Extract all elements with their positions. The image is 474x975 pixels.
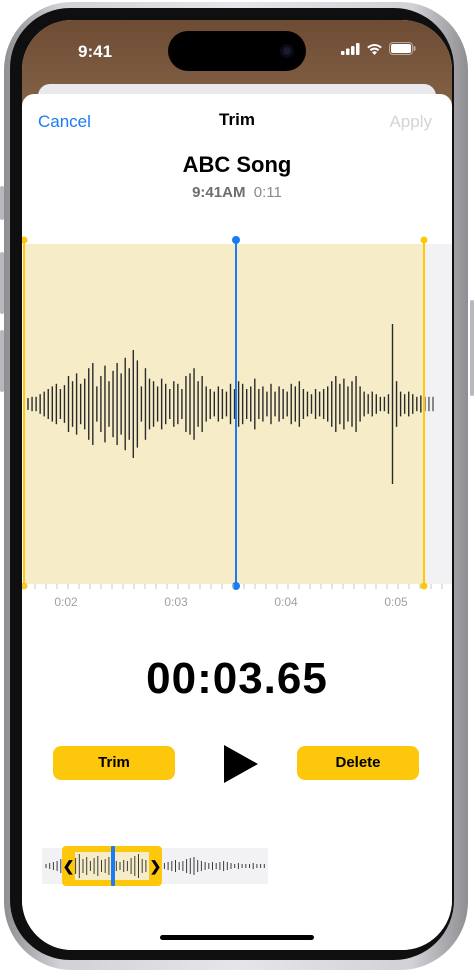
front-camera-icon xyxy=(280,44,294,58)
status-time: 9:41 xyxy=(78,42,113,61)
tick-label: 0:03 xyxy=(164,595,188,609)
recording-time: 9:41AM xyxy=(192,184,246,201)
overview-scrubber[interactable]: ❮ ❯ xyxy=(42,846,432,886)
timeline-ticks xyxy=(23,584,443,589)
recording-meta: 9:41AM 0:11 xyxy=(22,184,452,201)
overview-selection[interactable]: ❮ ❯ xyxy=(62,846,162,886)
screen: 9:41 Cancel Trim Apply ABC Song 9:41AM 0… xyxy=(22,20,452,950)
delete-button[interactable]: Delete xyxy=(297,746,419,780)
status-icons xyxy=(341,42,416,55)
home-indicator xyxy=(160,935,314,940)
page-title: Trim xyxy=(219,110,255,129)
tick-label: 0:05 xyxy=(384,595,408,609)
battery-icon xyxy=(389,42,416,55)
status-bar: 9:41 xyxy=(22,20,452,80)
trim-button[interactable]: Trim xyxy=(53,746,175,780)
recording-title: ABC Song xyxy=(182,152,292,177)
selection-end-chevron-icon[interactable]: ❯ xyxy=(150,858,162,875)
apply-button[interactable]: Apply xyxy=(389,112,432,132)
nav-bar: Cancel Trim Apply xyxy=(22,110,452,136)
recording-duration: 0:11 xyxy=(253,184,282,201)
play-icon[interactable] xyxy=(218,742,262,786)
cellular-signal-icon xyxy=(341,42,360,55)
waveform[interactable]: 0:02 0:03 0:04 0:05 xyxy=(22,234,452,614)
volume-up-button xyxy=(0,252,4,314)
waveform-unselected-area xyxy=(424,244,452,584)
overview-waveform[interactable]: ❮ ❯ xyxy=(42,846,432,886)
tick-label: 0:02 xyxy=(54,595,78,609)
overview-playhead[interactable] xyxy=(111,846,115,886)
volume-down-button xyxy=(0,330,4,392)
power-button xyxy=(470,300,474,396)
playback-position: 00:03.65 xyxy=(146,654,328,703)
wifi-icon xyxy=(367,43,382,55)
action-button xyxy=(0,186,4,220)
selection-start-chevron-icon[interactable]: ❮ xyxy=(63,858,75,875)
tick-label: 0:04 xyxy=(274,595,298,609)
waveform-editor[interactable]: 0:02 0:03 0:04 0:05 xyxy=(22,234,452,614)
trim-sheet: Cancel Trim Apply ABC Song 9:41AM 0:11 0… xyxy=(22,94,452,950)
dynamic-island xyxy=(168,31,306,71)
